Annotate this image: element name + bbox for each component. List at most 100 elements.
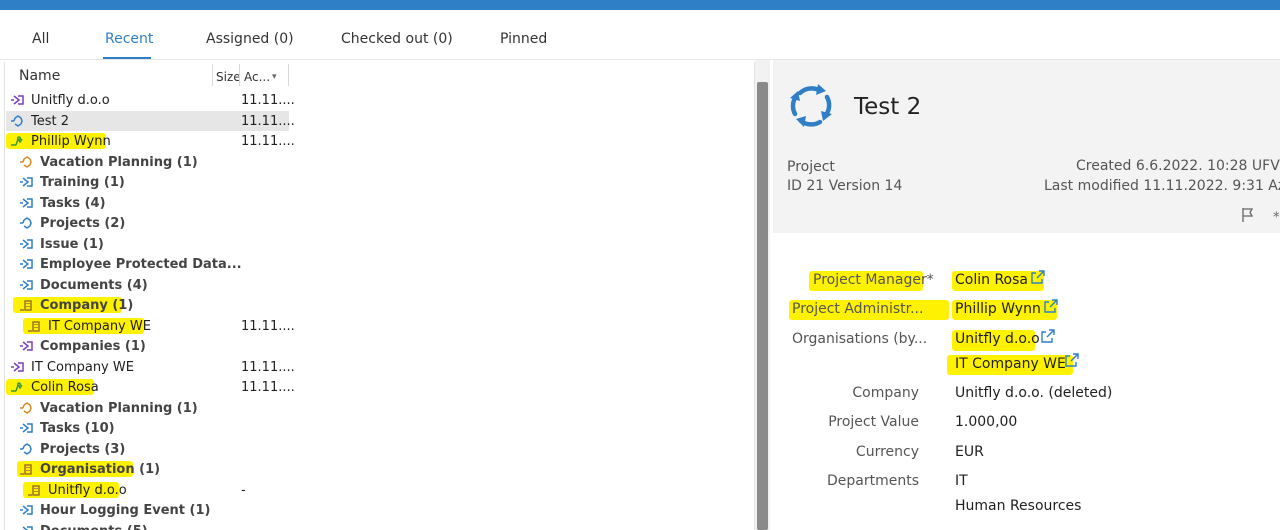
company-icon: [28, 484, 40, 496]
list-item-label: Documents (5): [40, 524, 148, 530]
relationship-group-row[interactable]: Companies (1): [0, 337, 290, 357]
field-value-department-1[interactable]: IT: [955, 473, 968, 489]
document-icon: [20, 525, 33, 530]
company-icon: [28, 320, 40, 332]
field-value-organisation-2[interactable]: IT Company WE: [955, 356, 1066, 372]
task-icon: [20, 423, 33, 433]
list-item[interactable]: Phillip Wynn 11.11....: [0, 132, 295, 152]
open-link-icon[interactable]: [1041, 329, 1055, 343]
list-item-accessed: 11.11....: [241, 113, 295, 129]
list-item[interactable]: IT Company WE 11.11....: [0, 358, 295, 378]
list-item-accessed: 11.11....: [241, 93, 295, 108]
list-item[interactable]: Test 2 11.11....: [0, 112, 295, 132]
employee-data-icon: [20, 259, 33, 269]
open-link-icon[interactable]: [1044, 299, 1058, 313]
document-icon: [20, 279, 33, 290]
object-title: Test 2: [854, 94, 922, 120]
more-icon[interactable]: ⁎: [1273, 206, 1280, 221]
list-item-label: Training (1): [40, 175, 125, 190]
list-item[interactable]: Colin Rosa 11.11....: [0, 378, 295, 398]
list-item-accessed: 11.11....: [241, 134, 295, 149]
list-item-label: Company (1): [40, 298, 134, 313]
tab-recent[interactable]: Recent: [105, 31, 153, 47]
person-icon: [11, 382, 23, 392]
relationship-group-row[interactable]: Documents (5): [0, 522, 290, 530]
list-item-label: Organisation (1): [40, 462, 161, 477]
relationship-group-row[interactable]: Employee Protected Data...: [0, 255, 290, 275]
view-tabs: All Recent Assigned (0) Checked out (0) …: [0, 10, 1280, 60]
column-separator[interactable]: [212, 64, 213, 86]
companies-icon: [20, 341, 33, 351]
training-icon: [20, 177, 33, 187]
field-value-currency[interactable]: EUR: [955, 444, 984, 460]
open-link-icon[interactable]: [1031, 270, 1045, 284]
field-value-project-admin[interactable]: Phillip Wynn: [955, 301, 1041, 317]
list-item-label: Unitfly d.o.o: [48, 482, 127, 498]
project-icon: [20, 217, 32, 229]
open-link-icon[interactable]: [1065, 353, 1079, 367]
object-id-version: ID 21 Version 14: [787, 178, 903, 194]
relationship-group-row[interactable]: Hour Logging Event (1): [0, 501, 290, 521]
hour-log-icon: [20, 505, 33, 515]
list-item-label: Hour Logging Event (1): [40, 503, 211, 518]
list-item-label: IT Company WE: [48, 318, 151, 334]
relationship-group-row[interactable]: Projects (3): [0, 440, 290, 460]
list-item-label: Documents (4): [40, 277, 148, 293]
field-label-currency: Currency: [855, 444, 919, 460]
relationship-group-row[interactable]: Training (1): [0, 173, 290, 193]
list-item[interactable]: IT Company WE 11.11....: [0, 317, 295, 337]
object-type: Project: [787, 159, 835, 175]
column-header-size[interactable]: Size: [216, 70, 241, 84]
organisation-icon: [11, 361, 24, 372]
field-value-company: Unitfly d.o.o. (deleted): [955, 385, 1113, 401]
relationship-group-row[interactable]: Company (1): [0, 296, 290, 316]
field-label-project-manager: Project Manager*: [813, 272, 934, 288]
relationship-group-row[interactable]: Issue (1): [0, 235, 290, 255]
vacation-icon: [20, 401, 32, 414]
column-header-accessed[interactable]: Ac...: [244, 70, 270, 84]
tab-checked-out[interactable]: Checked out (0): [341, 31, 453, 47]
issue-icon: [20, 238, 33, 249]
created-info: Created 6.6.2022. 10:28 UFVMM: [1076, 158, 1280, 174]
list-item-label: Employee Protected Data...: [40, 257, 242, 272]
list-item-label: Test 2: [31, 113, 70, 129]
field-value-organisation-1[interactable]: Unitfly d.o.o: [955, 331, 1040, 347]
list-item-label: Tasks (4): [40, 195, 106, 211]
list-item-label: Issue (1): [40, 236, 104, 252]
list-scrollbar-thumb[interactable]: [757, 82, 768, 530]
tab-pinned[interactable]: Pinned: [500, 31, 547, 47]
list-item-label: IT Company WE: [31, 359, 134, 375]
vacation-icon: [20, 155, 32, 168]
app-top-bar: [0, 0, 1280, 10]
relationship-group-row[interactable]: Documents (4): [0, 276, 290, 296]
project-icon: [11, 114, 23, 127]
field-value-project-value[interactable]: 1.000,00: [955, 414, 1017, 430]
task-icon: [20, 197, 33, 208]
company-icon: [20, 464, 32, 475]
company-icon: [20, 300, 32, 311]
relationship-group-row[interactable]: Projects (2): [0, 214, 290, 234]
list-item-label: Phillip Wynn: [31, 134, 111, 149]
relationship-group-row[interactable]: Tasks (10): [0, 419, 290, 439]
list-item-accessed: 11.11....: [241, 318, 295, 334]
relationship-group-row[interactable]: Tasks (4): [0, 194, 290, 214]
sort-desc-icon[interactable]: ▾: [272, 72, 277, 82]
relationship-group-row[interactable]: Vacation Planning (1): [0, 153, 290, 173]
list-item[interactable]: Unitfly d.o.o -: [0, 481, 290, 501]
column-separator[interactable]: [239, 64, 240, 86]
field-value-project-manager[interactable]: Colin Rosa: [955, 272, 1028, 288]
tab-all[interactable]: All: [32, 31, 49, 47]
flag-icon[interactable]: [1241, 207, 1255, 223]
list-item-label: Vacation Planning (1): [40, 400, 198, 416]
project-icon: [20, 442, 32, 455]
relationship-group-row[interactable]: Vacation Planning (1): [0, 399, 290, 419]
column-separator[interactable]: [288, 64, 289, 86]
tab-assigned[interactable]: Assigned (0): [206, 31, 294, 47]
list-item[interactable]: Unitfly d.o.o 11.11....: [0, 91, 295, 111]
list-item-accessed: 11.11....: [241, 359, 295, 375]
relationship-group-row[interactable]: Organisation (1): [0, 460, 290, 480]
field-value-department-2[interactable]: Human Resources: [955, 498, 1081, 514]
modified-info: Last modified 11.11.2022. 9:31 Azure: [1044, 178, 1280, 194]
field-label-organisations: Organisations (by...: [792, 331, 928, 347]
column-header-name[interactable]: Name: [19, 68, 60, 84]
